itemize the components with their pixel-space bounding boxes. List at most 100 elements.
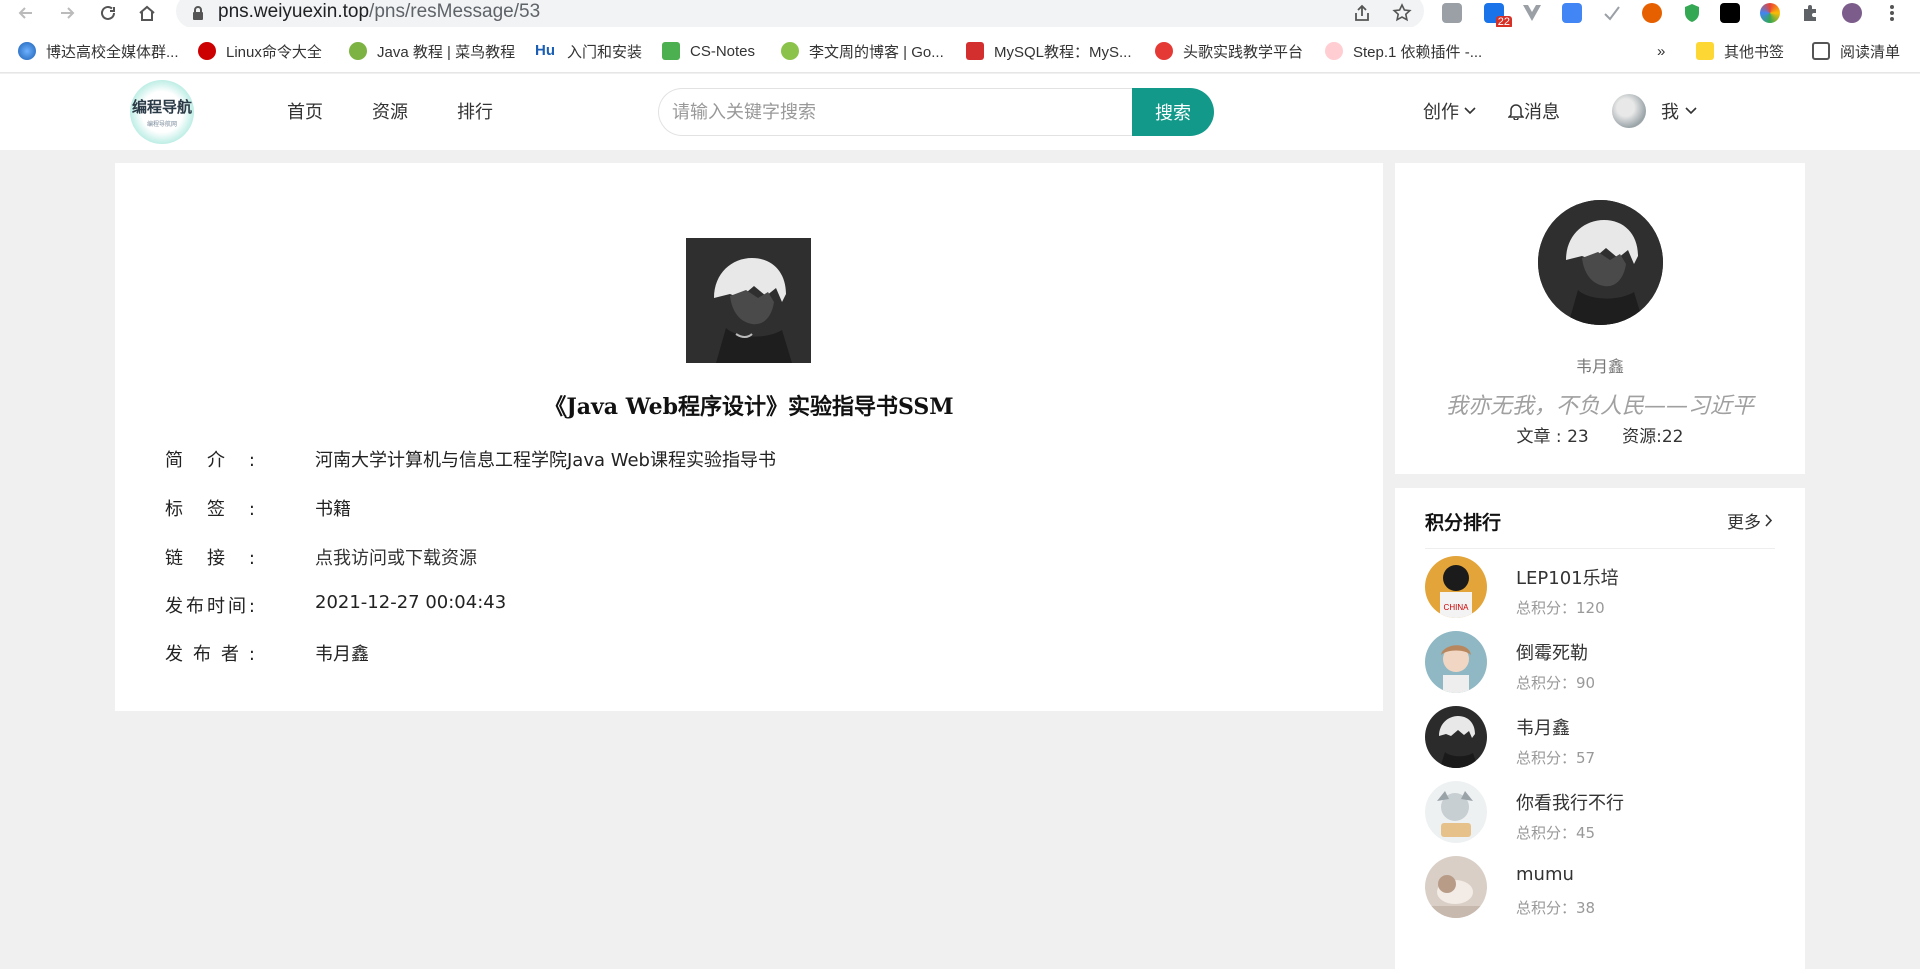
- messages-link[interactable]: 消息: [1508, 98, 1560, 124]
- check-extension-icon[interactable]: [1600, 1, 1624, 25]
- ranking-item[interactable]: mumu 总积分：38: [1425, 856, 1775, 920]
- info-value: 2021-12-27 00:04:43: [315, 592, 507, 613]
- reading-list-label: 阅读清单: [1840, 43, 1901, 61]
- ranking-title: 积分排行: [1425, 512, 1502, 534]
- info-value: 书籍: [315, 499, 351, 520]
- cat-icon: [1325, 42, 1343, 60]
- folder-icon: [1696, 42, 1714, 60]
- notes-icon: [662, 42, 680, 60]
- bookmark-label: 入门和安装: [567, 43, 643, 61]
- ranking-name: LEP101乐培: [1516, 568, 1619, 589]
- bookmark-label: Java 教程 | 菜鸟教程: [377, 43, 516, 61]
- runoob-icon: [349, 42, 367, 60]
- messages-label: 消息: [1524, 102, 1560, 123]
- ranking-avatar[interactable]: CHINA: [1425, 556, 1487, 618]
- hu-icon: Hu: [535, 42, 555, 59]
- author-stats: 文章 : 23 资源:22: [1395, 422, 1805, 447]
- create-menu[interactable]: 创作: [1423, 98, 1476, 124]
- logo-text: 编程导航: [131, 98, 192, 116]
- site-logo[interactable]: 编程导航 编程导航网: [130, 80, 194, 144]
- touge-icon: [1155, 42, 1173, 60]
- reading-list-button[interactable]: 阅读清单: [1812, 41, 1900, 61]
- article-count: 文章 : 23: [1516, 427, 1589, 447]
- reload-icon[interactable]: [96, 1, 120, 25]
- nav-home[interactable]: 首页: [287, 98, 323, 124]
- ranking-item[interactable]: 倒霉死勒 总积分：90: [1425, 631, 1775, 695]
- bookmark-item[interactable]: 博达高校全媒体群...: [18, 41, 179, 61]
- ranking-name: mumu: [1516, 864, 1574, 885]
- vue-extension-icon[interactable]: [1520, 1, 1544, 25]
- tampermonkey-extension-icon[interactable]: [1718, 1, 1742, 25]
- download-extension-icon[interactable]: [1440, 1, 1464, 25]
- firefox-extension-icon[interactable]: [1640, 1, 1664, 25]
- ranking-score: 总积分：38: [1516, 899, 1596, 917]
- ranking-name: 倒霉死勒: [1516, 643, 1588, 664]
- resource-title: 《Java Web程序设计》实验指导书SSM: [544, 394, 954, 420]
- url-text: pns.weiyuexin.top/pns/resMessage/53: [218, 1, 540, 23]
- bookmark-label: Step.1 依赖插件 -...: [1353, 43, 1483, 61]
- bookmark-label: MySQL教程：MyS...: [994, 43, 1132, 61]
- me-menu[interactable]: 我: [1661, 98, 1697, 124]
- bookmark-label: Linux命令大全: [226, 43, 322, 61]
- reading-list-icon: [1812, 42, 1830, 60]
- author-motto: 我亦无我，不负人民——习近平: [1445, 394, 1754, 419]
- color-extension-icon[interactable]: [1758, 1, 1782, 25]
- browser-address-bar: pns.weiyuexin.top/pns/resMessage/53 22: [0, 0, 1920, 29]
- forward-arrow-icon[interactable]: [55, 1, 79, 25]
- star-bookmark-icon[interactable]: [1390, 1, 1414, 25]
- info-value: 河南大学计算机与信息工程学院Java Web课程实验指导书: [315, 450, 776, 471]
- bookmark-item[interactable]: Hu 入门和安装: [535, 41, 642, 61]
- bookmark-item[interactable]: Linux命令大全: [198, 41, 322, 61]
- info-label: 链接:: [165, 548, 255, 569]
- author-avatar[interactable]: [1538, 200, 1663, 325]
- bookmark-item[interactable]: CS-Notes: [662, 41, 755, 61]
- ranking-more-link[interactable]: 更多: [1727, 508, 1773, 533]
- ranking-avatar[interactable]: [1425, 856, 1487, 918]
- back-arrow-icon[interactable]: [14, 1, 38, 25]
- svg-text:CHINA: CHINA: [1444, 603, 1470, 612]
- ranking-item[interactable]: 韦月鑫 总积分：57: [1425, 706, 1775, 770]
- bookmark-item[interactable]: MySQL教程：MyS...: [966, 41, 1132, 61]
- ranking-name: 你看我行不行: [1516, 793, 1624, 814]
- bookmarks-overflow-button[interactable]: »: [1657, 41, 1665, 61]
- ranking-avatar[interactable]: [1425, 706, 1487, 768]
- user-avatar[interactable]: [1612, 94, 1646, 128]
- logo-subtext: 编程导航网: [146, 121, 177, 128]
- ranking-score: 总积分：90: [1516, 674, 1596, 692]
- site-header: 编程导航 编程导航网 首页 资源 排行 搜索 创作 消息 我: [0, 74, 1920, 150]
- nav-ranking[interactable]: 排行: [457, 98, 493, 124]
- info-label: 发布时间:: [165, 596, 255, 617]
- bookmark-item[interactable]: 头歌实践教学平台: [1155, 41, 1303, 61]
- shield-extension-icon[interactable]: [1680, 1, 1704, 25]
- info-label: 发布者:: [165, 644, 255, 665]
- resource-download-link[interactable]: 点我访问或下载资源: [315, 544, 477, 570]
- resource-count: 资源:22: [1622, 427, 1684, 447]
- home-icon[interactable]: [135, 1, 159, 25]
- menu-dots-icon[interactable]: [1880, 1, 1904, 25]
- lock-icon[interactable]: [186, 1, 210, 25]
- ranking-avatar[interactable]: [1425, 631, 1487, 693]
- ranking-score: 总积分：45: [1516, 824, 1596, 842]
- search-button[interactable]: 搜索: [1132, 88, 1214, 136]
- other-bookmarks-label: 其他书签: [1724, 43, 1785, 61]
- bookmark-item[interactable]: Step.1 依赖插件 -...: [1325, 41, 1482, 61]
- puzzle-extensions-icon[interactable]: [1798, 1, 1822, 25]
- info-value: 韦月鑫: [315, 644, 369, 665]
- profile-avatar-icon[interactable]: [1840, 1, 1864, 25]
- ranking-score: 总积分：120: [1516, 599, 1605, 617]
- ranking-item[interactable]: 你看我行不行 总积分：45: [1425, 781, 1775, 845]
- search-input[interactable]: [658, 88, 1134, 136]
- nav-resources[interactable]: 资源: [372, 98, 408, 124]
- translate-extension-icon[interactable]: [1560, 1, 1584, 25]
- ranking-avatar[interactable]: [1425, 781, 1487, 843]
- other-bookmarks-folder[interactable]: 其他书签: [1696, 41, 1784, 61]
- me-label: 我: [1661, 102, 1679, 123]
- share-icon[interactable]: [1350, 1, 1374, 25]
- bookmark-item[interactable]: Java 教程 | 菜鸟教程: [349, 41, 515, 61]
- chevron-down-icon: [1685, 107, 1697, 115]
- apps-extension-icon[interactable]: 22: [1482, 1, 1512, 29]
- bookmark-label: 头歌实践教学平台: [1183, 43, 1304, 61]
- bookmark-item[interactable]: 李文周的博客 | Go...: [781, 41, 944, 61]
- ranking-item[interactable]: CHINA LEP101乐培 总积分：120: [1425, 556, 1775, 620]
- more-label: 更多: [1727, 513, 1761, 533]
